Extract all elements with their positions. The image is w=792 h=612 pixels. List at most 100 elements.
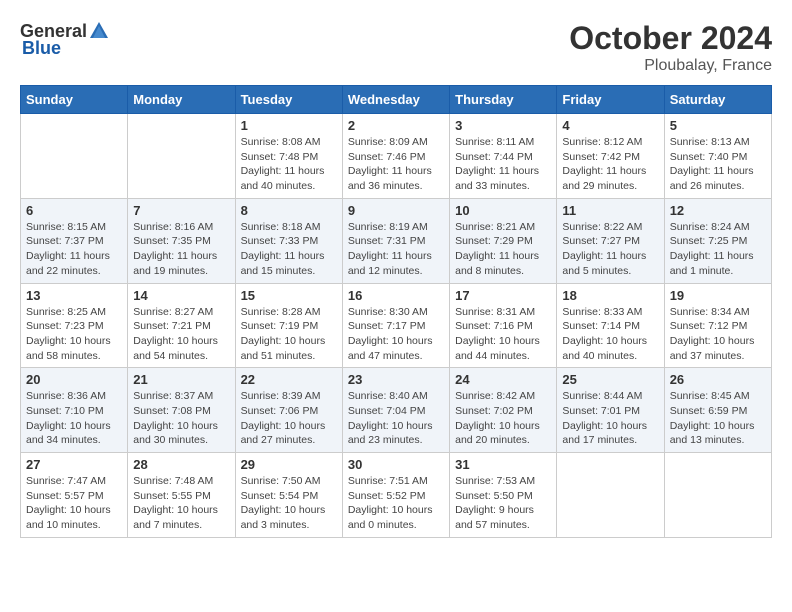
daylight-text: Daylight: 10 hours and 0 minutes. <box>348 504 433 531</box>
calendar-cell: 9 Sunrise: 8:19 AM Sunset: 7:31 PM Dayli… <box>342 198 449 283</box>
sunset-text: Sunset: 6:59 PM <box>670 405 748 417</box>
sunset-text: Sunset: 7:10 PM <box>26 405 104 417</box>
sunset-text: Sunset: 7:46 PM <box>348 151 426 163</box>
column-header-sunday: Sunday <box>21 86 128 114</box>
sunrise-text: Sunrise: 8:22 AM <box>562 221 642 233</box>
daylight-text: Daylight: 10 hours and 23 minutes. <box>348 420 433 447</box>
column-header-friday: Friday <box>557 86 664 114</box>
daylight-text: Daylight: 10 hours and 10 minutes. <box>26 504 111 531</box>
sunrise-text: Sunrise: 8:44 AM <box>562 390 642 402</box>
column-header-wednesday: Wednesday <box>342 86 449 114</box>
day-number: 12 <box>670 203 766 218</box>
sunset-text: Sunset: 7:08 PM <box>133 405 211 417</box>
page-header: General Blue October 2024 Ploubalay, Fra… <box>20 20 772 75</box>
sunrise-text: Sunrise: 8:42 AM <box>455 390 535 402</box>
day-number: 7 <box>133 203 229 218</box>
calendar-cell: 6 Sunrise: 8:15 AM Sunset: 7:37 PM Dayli… <box>21 198 128 283</box>
sunrise-text: Sunrise: 8:11 AM <box>455 136 534 148</box>
sunrise-text: Sunrise: 8:15 AM <box>26 221 106 233</box>
daylight-text: Daylight: 11 hours and 19 minutes. <box>133 250 217 277</box>
daylight-text: Daylight: 10 hours and 3 minutes. <box>241 504 326 531</box>
day-info: Sunrise: 8:19 AM Sunset: 7:31 PM Dayligh… <box>348 220 444 279</box>
sunrise-text: Sunrise: 8:21 AM <box>455 221 535 233</box>
daylight-text: Daylight: 10 hours and 20 minutes. <box>455 420 540 447</box>
day-info: Sunrise: 8:21 AM Sunset: 7:29 PM Dayligh… <box>455 220 551 279</box>
day-number: 18 <box>562 288 658 303</box>
sunrise-text: Sunrise: 8:31 AM <box>455 306 535 318</box>
day-info: Sunrise: 8:31 AM Sunset: 7:16 PM Dayligh… <box>455 305 551 364</box>
daylight-text: Daylight: 10 hours and 44 minutes. <box>455 335 540 362</box>
day-number: 23 <box>348 372 444 387</box>
daylight-text: Daylight: 11 hours and 5 minutes. <box>562 250 646 277</box>
daylight-text: Daylight: 11 hours and 8 minutes. <box>455 250 539 277</box>
sunset-text: Sunset: 7:44 PM <box>455 151 533 163</box>
daylight-text: Daylight: 10 hours and 13 minutes. <box>670 420 755 447</box>
calendar-cell: 24 Sunrise: 8:42 AM Sunset: 7:02 PM Dayl… <box>450 368 557 453</box>
day-number: 1 <box>241 118 337 133</box>
day-number: 14 <box>133 288 229 303</box>
calendar-cell: 15 Sunrise: 8:28 AM Sunset: 7:19 PM Dayl… <box>235 283 342 368</box>
calendar-cell: 4 Sunrise: 8:12 AM Sunset: 7:42 PM Dayli… <box>557 114 664 199</box>
calendar-cell: 12 Sunrise: 8:24 AM Sunset: 7:25 PM Dayl… <box>664 198 771 283</box>
sunrise-text: Sunrise: 8:19 AM <box>348 221 428 233</box>
day-info: Sunrise: 8:18 AM Sunset: 7:33 PM Dayligh… <box>241 220 337 279</box>
sunset-text: Sunset: 7:33 PM <box>241 235 319 247</box>
calendar-week-row: 6 Sunrise: 8:15 AM Sunset: 7:37 PM Dayli… <box>21 198 772 283</box>
day-info: Sunrise: 8:15 AM Sunset: 7:37 PM Dayligh… <box>26 220 122 279</box>
day-info: Sunrise: 7:50 AM Sunset: 5:54 PM Dayligh… <box>241 474 337 533</box>
sunset-text: Sunset: 7:25 PM <box>670 235 748 247</box>
day-number: 24 <box>455 372 551 387</box>
calendar-cell: 25 Sunrise: 8:44 AM Sunset: 7:01 PM Dayl… <box>557 368 664 453</box>
day-number: 5 <box>670 118 766 133</box>
sunrise-text: Sunrise: 8:28 AM <box>241 306 321 318</box>
day-number: 21 <box>133 372 229 387</box>
sunset-text: Sunset: 7:29 PM <box>455 235 533 247</box>
calendar-cell: 8 Sunrise: 8:18 AM Sunset: 7:33 PM Dayli… <box>235 198 342 283</box>
day-info: Sunrise: 7:47 AM Sunset: 5:57 PM Dayligh… <box>26 474 122 533</box>
day-number: 29 <box>241 457 337 472</box>
sunrise-text: Sunrise: 8:40 AM <box>348 390 428 402</box>
calendar-cell: 13 Sunrise: 8:25 AM Sunset: 7:23 PM Dayl… <box>21 283 128 368</box>
day-info: Sunrise: 8:39 AM Sunset: 7:06 PM Dayligh… <box>241 389 337 448</box>
day-number: 30 <box>348 457 444 472</box>
calendar-cell: 14 Sunrise: 8:27 AM Sunset: 7:21 PM Dayl… <box>128 283 235 368</box>
calendar-table: SundayMondayTuesdayWednesdayThursdayFrid… <box>20 85 772 538</box>
calendar-cell: 23 Sunrise: 8:40 AM Sunset: 7:04 PM Dayl… <box>342 368 449 453</box>
day-info: Sunrise: 7:53 AM Sunset: 5:50 PM Dayligh… <box>455 474 551 533</box>
calendar-cell: 29 Sunrise: 7:50 AM Sunset: 5:54 PM Dayl… <box>235 453 342 538</box>
calendar-cell: 31 Sunrise: 7:53 AM Sunset: 5:50 PM Dayl… <box>450 453 557 538</box>
day-number: 25 <box>562 372 658 387</box>
sunrise-text: Sunrise: 8:27 AM <box>133 306 213 318</box>
sunset-text: Sunset: 7:12 PM <box>670 320 748 332</box>
calendar-header-row: SundayMondayTuesdayWednesdayThursdayFrid… <box>21 86 772 114</box>
day-number: 22 <box>241 372 337 387</box>
daylight-text: Daylight: 10 hours and 27 minutes. <box>241 420 326 447</box>
title-block: October 2024 Ploubalay, France <box>569 20 772 75</box>
day-info: Sunrise: 8:40 AM Sunset: 7:04 PM Dayligh… <box>348 389 444 448</box>
day-number: 31 <box>455 457 551 472</box>
day-info: Sunrise: 8:44 AM Sunset: 7:01 PM Dayligh… <box>562 389 658 448</box>
daylight-text: Daylight: 10 hours and 7 minutes. <box>133 504 218 531</box>
day-number: 10 <box>455 203 551 218</box>
sunrise-text: Sunrise: 8:24 AM <box>670 221 750 233</box>
daylight-text: Daylight: 11 hours and 29 minutes. <box>562 165 646 192</box>
daylight-text: Daylight: 11 hours and 15 minutes. <box>241 250 325 277</box>
day-number: 2 <box>348 118 444 133</box>
calendar-cell <box>21 114 128 199</box>
sunset-text: Sunset: 7:14 PM <box>562 320 640 332</box>
day-number: 9 <box>348 203 444 218</box>
day-info: Sunrise: 8:09 AM Sunset: 7:46 PM Dayligh… <box>348 135 444 194</box>
calendar-cell: 28 Sunrise: 7:48 AM Sunset: 5:55 PM Dayl… <box>128 453 235 538</box>
calendar-cell <box>557 453 664 538</box>
calendar-cell: 16 Sunrise: 8:30 AM Sunset: 7:17 PM Dayl… <box>342 283 449 368</box>
sunset-text: Sunset: 7:04 PM <box>348 405 426 417</box>
calendar-cell: 26 Sunrise: 8:45 AM Sunset: 6:59 PM Dayl… <box>664 368 771 453</box>
daylight-text: Daylight: 9 hours and 57 minutes. <box>455 504 534 531</box>
sunrise-text: Sunrise: 8:16 AM <box>133 221 213 233</box>
sunset-text: Sunset: 7:31 PM <box>348 235 426 247</box>
daylight-text: Daylight: 11 hours and 1 minute. <box>670 250 754 277</box>
calendar-week-row: 20 Sunrise: 8:36 AM Sunset: 7:10 PM Dayl… <box>21 368 772 453</box>
location-title: Ploubalay, France <box>569 57 772 75</box>
calendar-cell: 30 Sunrise: 7:51 AM Sunset: 5:52 PM Dayl… <box>342 453 449 538</box>
daylight-text: Daylight: 10 hours and 40 minutes. <box>562 335 647 362</box>
